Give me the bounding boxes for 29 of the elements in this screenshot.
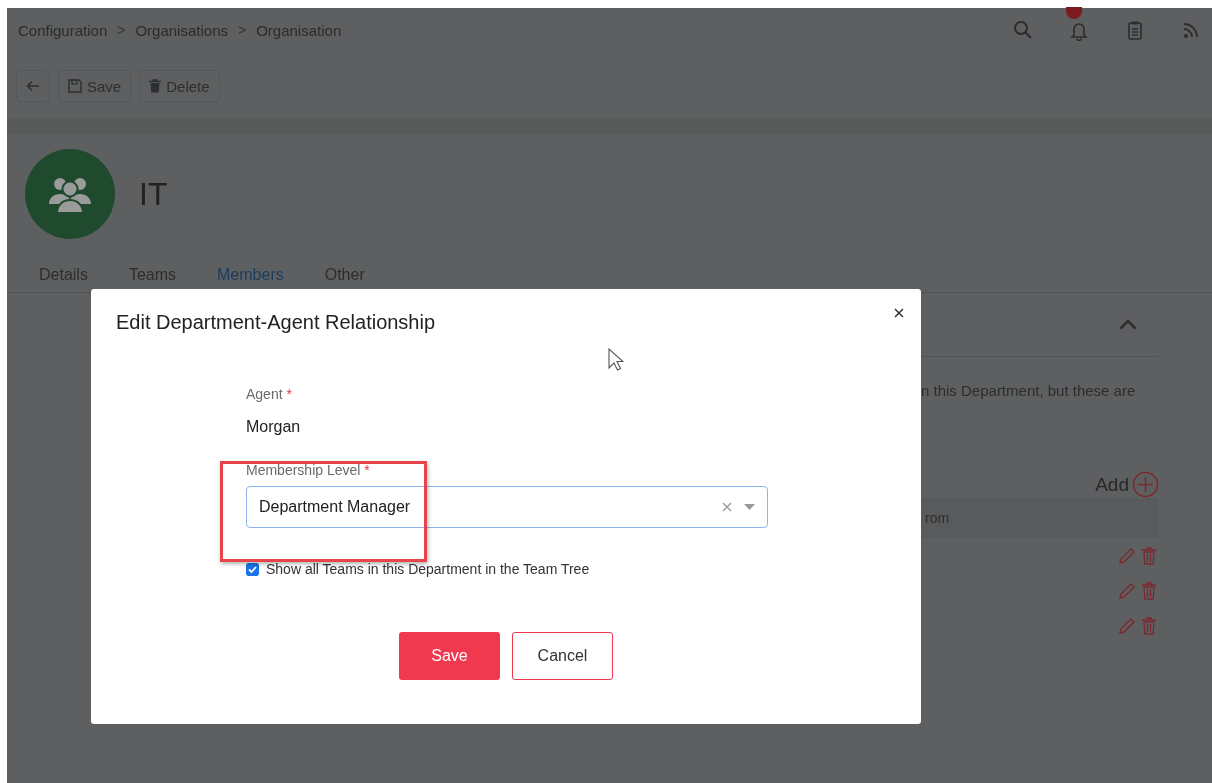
trash-icon[interactable] xyxy=(1142,581,1156,600)
checkbox[interactable] xyxy=(246,562,259,576)
pencil-icon[interactable] xyxy=(1118,546,1136,565)
pencil-icon[interactable] xyxy=(1118,616,1136,635)
dropdown-caret-icon[interactable] xyxy=(744,504,755,510)
cancel-button[interactable]: Cancel xyxy=(512,632,613,680)
close-icon xyxy=(894,308,904,318)
search-icon[interactable] xyxy=(1012,19,1034,41)
clear-icon[interactable] xyxy=(722,502,732,512)
dialog-title: Edit Department-Agent Relationship xyxy=(116,311,437,334)
breadcrumb-separator: > xyxy=(237,21,248,39)
save-button[interactable]: Save xyxy=(399,632,500,680)
trash-icon[interactable] xyxy=(1142,616,1156,635)
field-label: Membership Level * xyxy=(246,462,371,478)
back-arrow-icon xyxy=(26,79,40,93)
collapse-chevron-icon[interactable] xyxy=(1119,319,1137,330)
mouse-pointer-icon xyxy=(608,348,624,372)
field-label: Agent * xyxy=(246,386,293,402)
field-value: Morgan xyxy=(246,418,302,436)
pencil-icon[interactable] xyxy=(1118,581,1136,600)
trash-icon[interactable] xyxy=(1142,546,1156,565)
trash-icon xyxy=(149,79,162,93)
select-field[interactable]: Department Manager xyxy=(246,486,768,528)
add-circle-icon[interactable] xyxy=(1132,471,1159,498)
breadcrumb-separator: > xyxy=(116,21,127,39)
add-label[interactable]: Add xyxy=(1095,473,1129,496)
record-title: IT xyxy=(139,175,168,213)
back-button[interactable] xyxy=(16,70,50,102)
checkbox-label: Show all Teams in this Department in the Team Tree xyxy=(266,561,590,577)
